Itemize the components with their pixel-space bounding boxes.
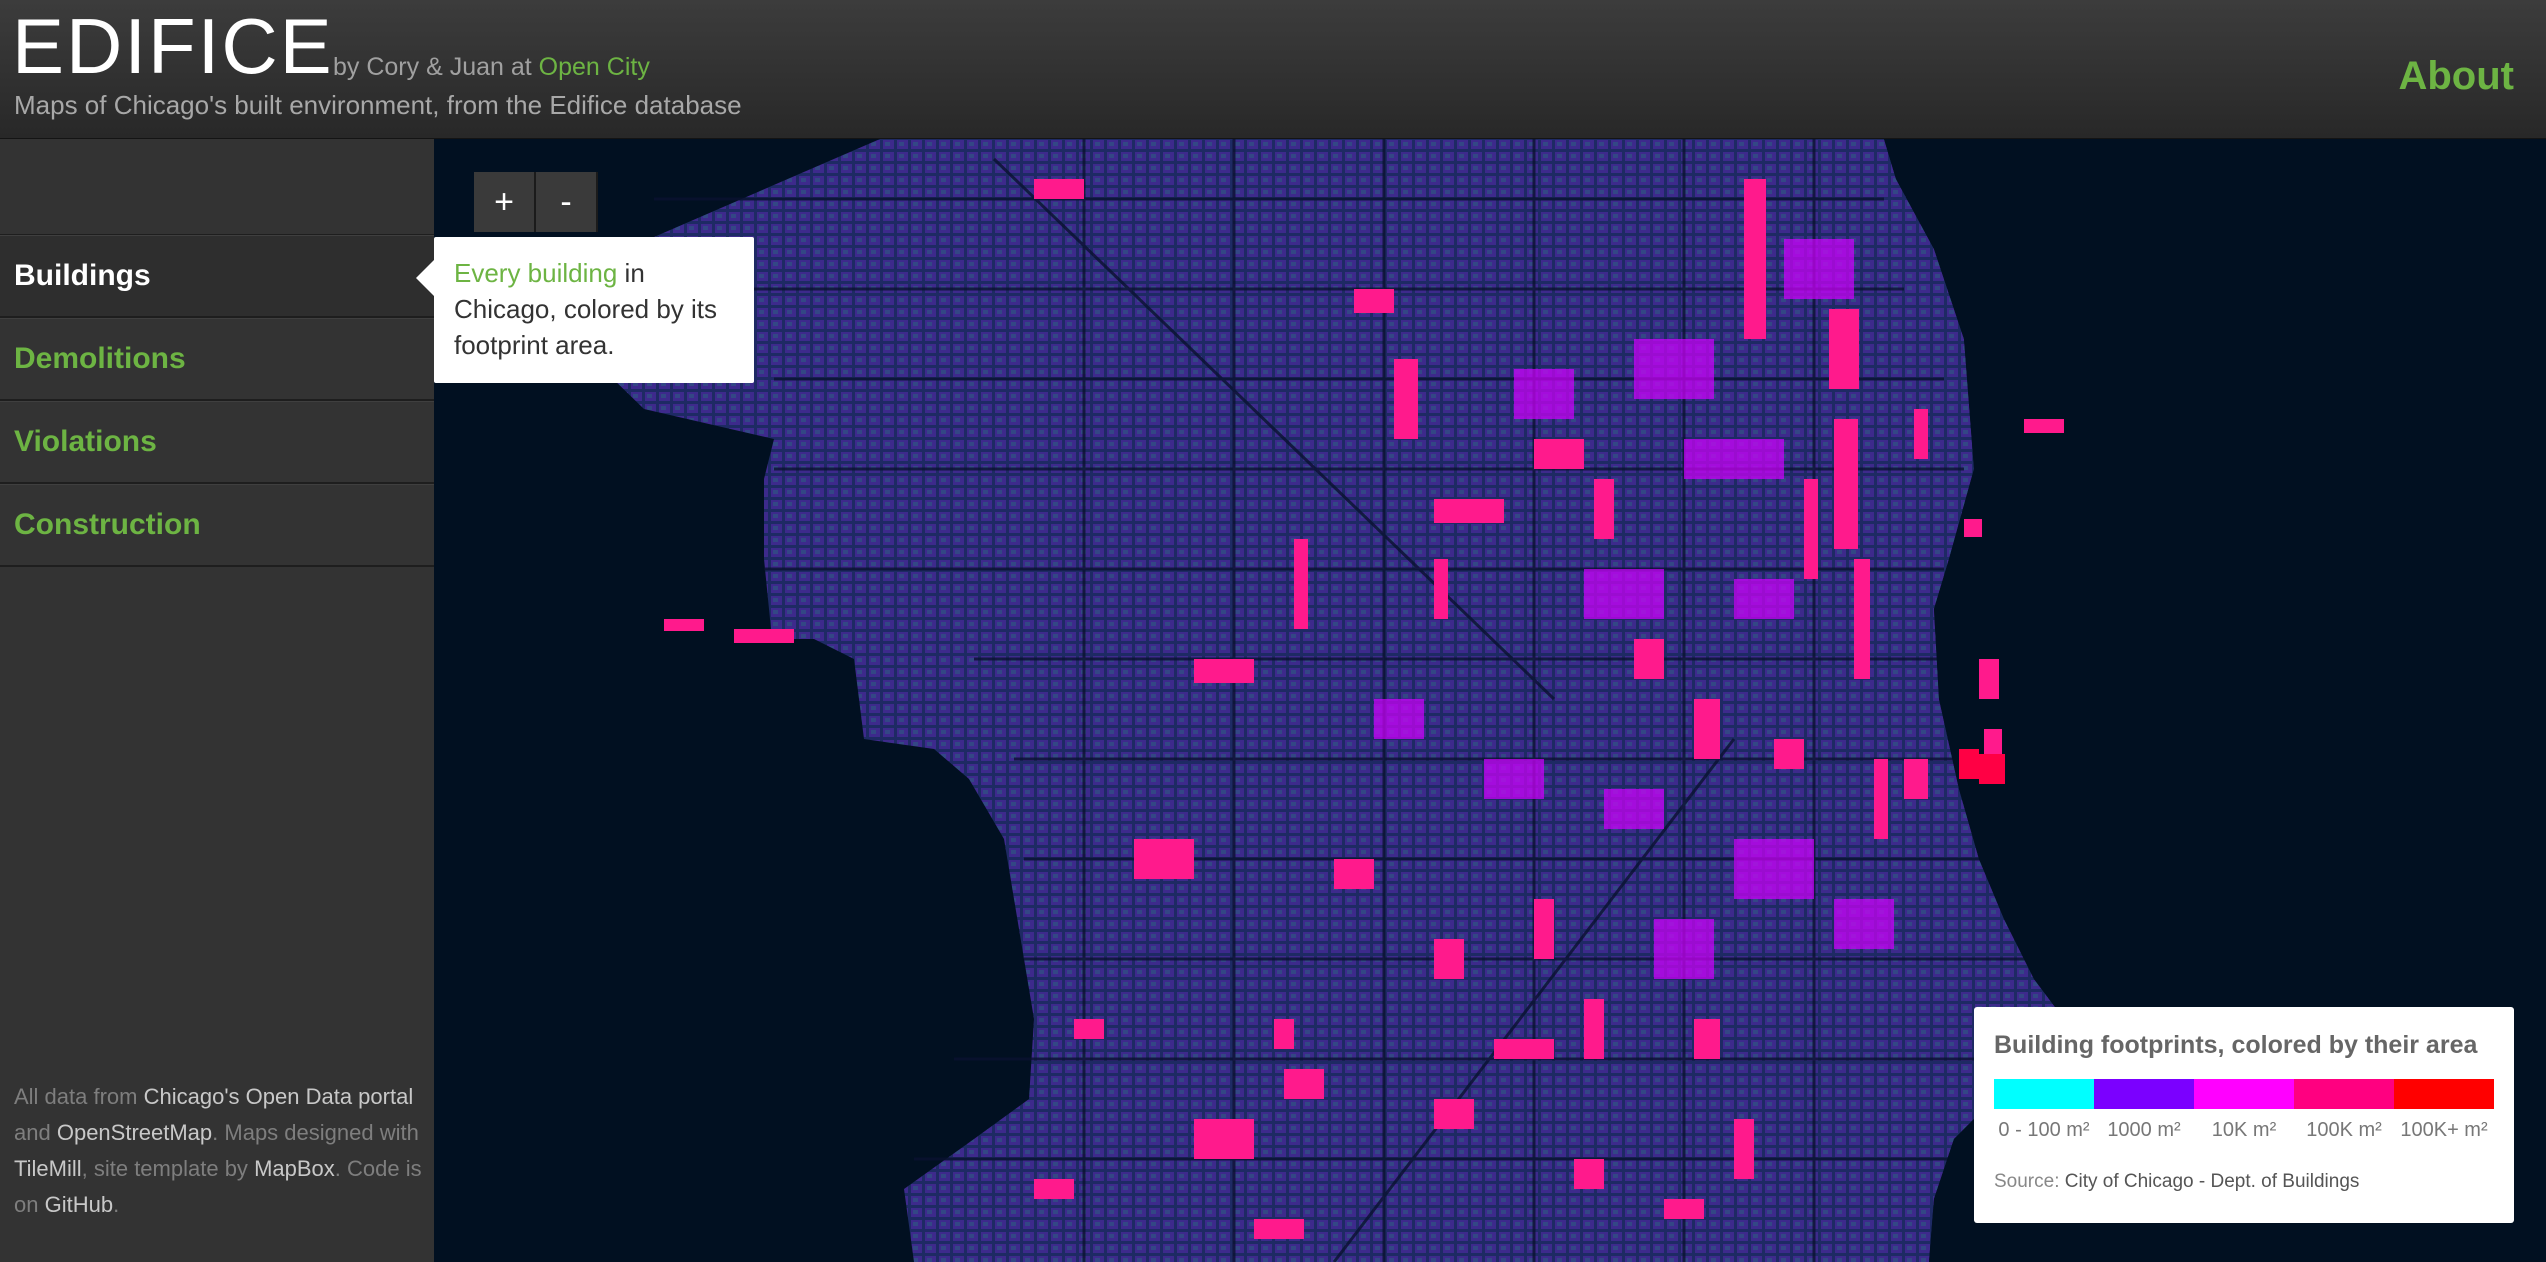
legend-label: 0 - 100 m² (1998, 1119, 2090, 1141)
legend-label: 10K m² (2211, 1119, 2277, 1141)
map-nav: Buildings Demolitions Violations Constru… (0, 234, 434, 567)
header: EDIFICE by Cory & Juan at Open City Maps… (0, 0, 2546, 139)
tagline: Maps of Chicago's built environment, fro… (14, 90, 742, 120)
legend-label: 100K+ m² (2400, 1119, 2488, 1141)
legend-color-scale (1994, 1079, 2494, 1109)
legend-swatch (1994, 1079, 2094, 1109)
largest-buildings (1959, 749, 2005, 784)
credits: All data from Chicago's Open Data portal… (14, 1079, 424, 1223)
sidebar: Buildings Demolitions Violations Constru… (0, 139, 434, 1262)
site-logo[interactable]: EDIFICE (12, 4, 334, 88)
nav-item-construction[interactable]: Construction (0, 484, 434, 567)
legend-title: Building footprints, colored by their ar… (1994, 1031, 2478, 1059)
tilemill-link[interactable]: TileMill (14, 1156, 82, 1181)
legend-swatch (2294, 1079, 2394, 1109)
credits-text: . (113, 1192, 120, 1217)
open-city-link[interactable]: Open City (539, 53, 650, 81)
legend-labels: 0 - 100 m² 1000 m² 10K m² 100K m² 100K+ … (1994, 1117, 2494, 1143)
byline-text: by Cory & Juan at (333, 53, 532, 81)
credits-text: and (14, 1120, 51, 1145)
legend-label: 1000 m² (2107, 1119, 2181, 1141)
github-link[interactable]: GitHub (45, 1192, 113, 1217)
layer-description-tooltip: Every building in Chicago, colored by it… (434, 237, 754, 383)
nav-item-buildings[interactable]: Buildings (0, 235, 434, 318)
about-link[interactable]: About (2398, 50, 2514, 102)
every-building-link[interactable]: Every building (454, 258, 617, 288)
legend-swatch (2094, 1079, 2194, 1109)
zoom-in-button[interactable]: + (474, 172, 536, 232)
byline: by Cory & Juan at Open City (333, 50, 650, 84)
legend-source: Source: City of Chicago - Dept. of Build… (1994, 1171, 2494, 1193)
zoom-out-button[interactable]: - (536, 172, 598, 232)
legend-swatch (2194, 1079, 2294, 1109)
nav-item-demolitions[interactable]: Demolitions (0, 318, 434, 401)
source-text: City of Chicago - Dept. of Buildings (2064, 1171, 2360, 1192)
source-prefix: Source: (1994, 1171, 2060, 1192)
zoom-control: + - (474, 172, 598, 232)
nav-item-violations[interactable]: Violations (0, 401, 434, 484)
credits-text: . Maps designed with (212, 1120, 419, 1145)
credits-text: All data from (14, 1084, 138, 1109)
open-data-portal-link[interactable]: Chicago's Open Data portal (144, 1084, 414, 1109)
mapbox-link[interactable]: MapBox (254, 1156, 335, 1181)
map-legend: Building footprints, colored by their ar… (1974, 1007, 2514, 1223)
legend-swatch (2394, 1079, 2494, 1109)
legend-label: 100K m² (2306, 1119, 2382, 1141)
openstreetmap-link[interactable]: OpenStreetMap (57, 1120, 212, 1145)
credits-text: , site template by (81, 1156, 248, 1181)
tooltip-arrow (416, 260, 434, 296)
